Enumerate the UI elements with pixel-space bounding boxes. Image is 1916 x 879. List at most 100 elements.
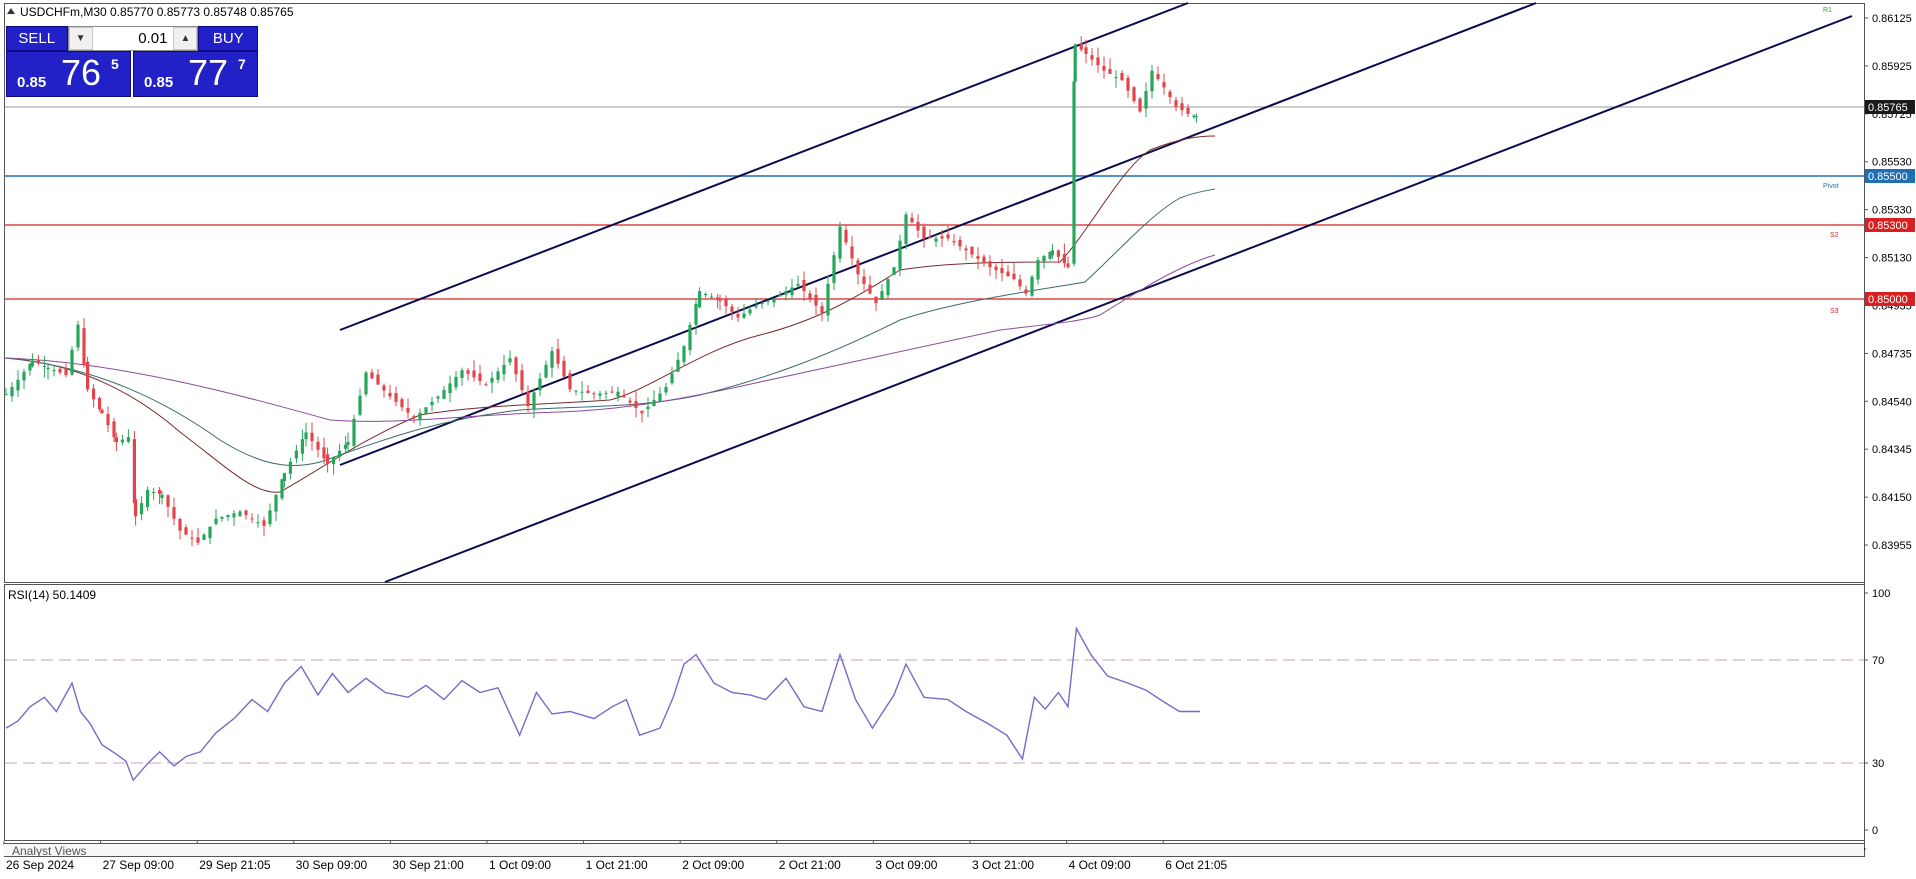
one-click-trading-panel: SELL ▼ ▲ BUY 0.85 76 5 0.85 77 7	[6, 26, 258, 97]
candle-bear	[478, 373, 482, 381]
channel-middle-line[interactable]	[339, 2, 1537, 466]
candle-bear	[1132, 87, 1136, 102]
candle-bull	[742, 313, 746, 318]
candle-bear	[592, 393, 596, 395]
candle-bull	[658, 393, 662, 402]
rsi-tick-0: 0	[1872, 825, 1878, 837]
candle-bear	[106, 414, 110, 426]
candle-bear	[376, 374, 380, 385]
bid-pipette: 5	[111, 56, 119, 72]
lot-increase-icon[interactable]: ▲	[173, 27, 198, 50]
candle-bear	[946, 234, 950, 239]
ask-pipette: 7	[238, 56, 246, 72]
s3-tag: S3	[1830, 308, 1839, 315]
candle-bear	[610, 391, 614, 393]
symbol-title: USDCHFm,M30 0.85770 0.85773 0.85748 0.85…	[20, 5, 294, 19]
rsi-tick-30: 30	[1872, 758, 1884, 770]
candle-bull	[76, 324, 80, 348]
candle-bear	[1138, 98, 1142, 112]
ask-price-quote[interactable]: 0.85 77 7	[133, 51, 258, 97]
lot-size-stepper[interactable]: ▼ ▲	[67, 26, 199, 51]
candle-bull	[460, 370, 464, 379]
candle-bear	[92, 388, 96, 400]
candle-bull	[748, 309, 752, 314]
candle-bear	[244, 510, 248, 516]
lot-size-input[interactable]	[92, 27, 174, 50]
bid-prefix: 0.85	[17, 74, 47, 91]
current-price-tag: 0.85765	[1868, 102, 1908, 114]
candle-bull	[664, 386, 668, 393]
rsi-line	[5, 626, 1200, 782]
candle-bull	[682, 346, 686, 362]
candle-bull	[160, 494, 164, 499]
s2-price-tag: 0.85300	[1868, 220, 1908, 232]
candle-bear	[100, 409, 104, 414]
candle-bear	[466, 370, 470, 374]
candle-bull	[338, 450, 342, 457]
channel-upper-line[interactable]	[339, 2, 1189, 331]
candle-bear	[994, 266, 998, 271]
candle-bull	[232, 513, 236, 518]
bid-price-quote[interactable]: 0.85 76 5	[6, 51, 131, 97]
candle-bear	[1120, 73, 1124, 81]
candle-bull	[1050, 250, 1054, 256]
triangle-up-icon[interactable]	[7, 8, 15, 14]
pivot-price-tag: 0.85500	[1868, 171, 1908, 183]
candle-bull	[358, 395, 362, 415]
candle-bear	[856, 260, 860, 275]
candle-bull	[1042, 255, 1046, 262]
candle-bear	[622, 395, 626, 398]
candle-bull	[760, 303, 764, 305]
candle-bull	[202, 534, 206, 540]
candle-bull	[1030, 276, 1034, 296]
sell-button[interactable]: SELL	[6, 26, 68, 51]
candle-bear	[370, 372, 374, 379]
candle-bear	[250, 518, 254, 520]
candle-bear	[628, 400, 632, 403]
candle-bull	[880, 291, 884, 300]
time-tick-label: 3 Oct 21:00	[972, 858, 1034, 872]
time-tick-label: 30 Sep 09:00	[296, 858, 368, 872]
candle-bear	[382, 385, 386, 391]
candle-bear	[808, 293, 812, 299]
price-tick-label: 0.83955	[1872, 540, 1912, 552]
candle-bear	[326, 454, 330, 464]
candle-bull	[294, 450, 298, 459]
candle-bull	[784, 291, 788, 295]
candle-bear	[394, 393, 398, 402]
candle-bear	[1174, 100, 1178, 107]
rsi-label: RSI(14) 50.1409	[8, 588, 96, 602]
candle-bear	[1079, 43, 1083, 50]
candle-bull	[796, 283, 800, 286]
candle-bull	[146, 489, 150, 508]
regression-channel[interactable]	[339, 2, 1853, 583]
candle-bull	[282, 473, 286, 482]
candle-bull	[436, 396, 440, 399]
time-tick-label: 3 Oct 09:00	[875, 858, 937, 872]
candle-bear	[910, 217, 914, 223]
candle-bull	[42, 366, 46, 368]
chart-window[interactable]: USDCHFm,M30 0.85770 0.85773 0.85748 0.85…	[0, 0, 1916, 874]
candle-bull	[454, 376, 458, 388]
price-tick-label: 0.85530	[1872, 157, 1912, 169]
candle-bear	[112, 421, 116, 438]
candle-bull	[826, 283, 830, 316]
time-tick-label: 2 Oct 09:00	[682, 858, 744, 872]
analyst-views-bar[interactable]: Analyst Views	[4, 843, 1864, 857]
candle-bear	[1168, 91, 1172, 98]
candle-bear	[1108, 68, 1112, 74]
candle-bear	[1126, 77, 1130, 91]
candle-bear	[970, 246, 974, 255]
lot-decrease-icon[interactable]: ▼	[68, 27, 93, 50]
candle-bear	[86, 361, 90, 390]
candle-bull	[604, 392, 608, 394]
candle-bull	[344, 444, 348, 449]
candle-bear	[412, 416, 416, 419]
candle-bear	[988, 261, 992, 268]
candle-bull	[442, 389, 446, 399]
candle-bear	[724, 299, 728, 307]
candle-bear	[640, 410, 644, 414]
candle-bull	[694, 303, 698, 325]
candle-bear	[36, 360, 40, 364]
buy-button[interactable]: BUY	[198, 26, 258, 51]
